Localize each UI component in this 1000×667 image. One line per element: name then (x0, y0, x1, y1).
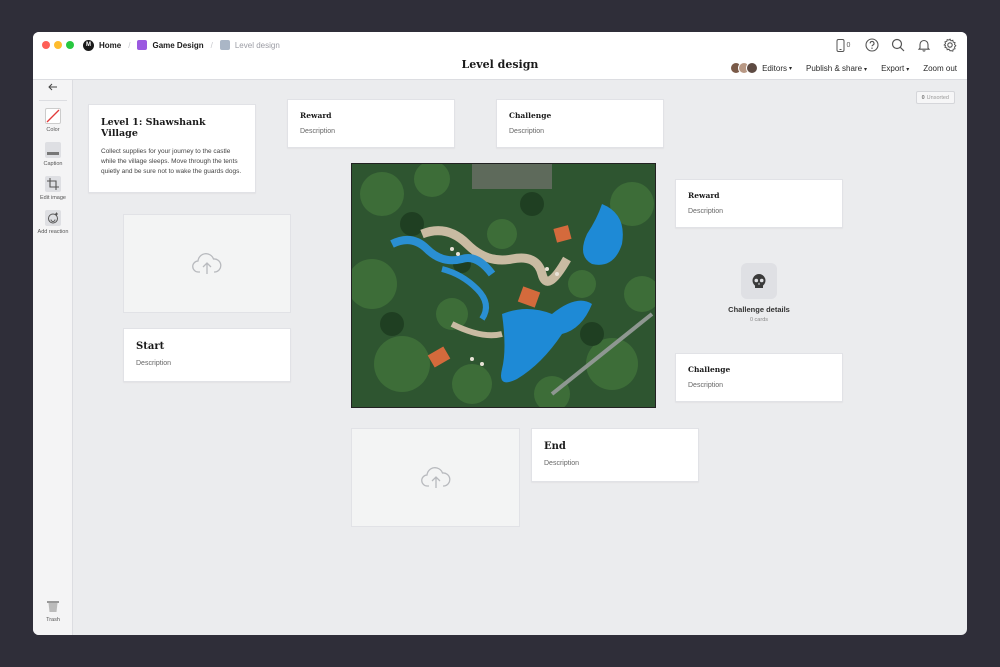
help-icon (865, 38, 879, 52)
reward-card-desc: Description (688, 208, 724, 215)
top-icons: 0 (832, 37, 958, 53)
board-color-icon (137, 40, 148, 50)
image-upload-placeholder[interactable] (123, 214, 291, 313)
settings-button[interactable] (942, 37, 958, 53)
breadcrumb-separator: / (128, 40, 131, 50)
chevron-down-icon: ▾ (864, 66, 868, 73)
caption-icon (45, 142, 61, 158)
minimize-window-dot[interactable] (54, 41, 62, 49)
breadcrumb-home[interactable]: M Home (83, 39, 122, 51)
breadcrumb-game-design[interactable]: Game Design (137, 40, 204, 50)
arrow-left-icon (48, 83, 57, 91)
notification-count: 0 (846, 41, 851, 49)
end-card-title: End (544, 441, 566, 452)
intro-card-body: Collect supplies for your journey to the… (101, 148, 242, 175)
editors-menu[interactable]: Editors ▾ (730, 62, 792, 74)
board-menu: Editors ▾ Publish & share ▾ Export ▾ Zoom o… (730, 62, 957, 74)
intro-note-card[interactable]: Level 1: Shawshank Village Collect suppl… (88, 104, 256, 193)
back-button[interactable] (33, 83, 73, 93)
aerial-resort-photo (352, 164, 655, 407)
aerial-resort-image[interactable] (351, 163, 656, 408)
search-icon (891, 38, 905, 52)
zoom-out-label: Zoom out (923, 63, 957, 73)
app-window: M Home / Game Design / Level design Leve… (33, 32, 967, 635)
sidebar-divider (39, 100, 67, 101)
crop-icon (45, 176, 61, 192)
skull-icon (752, 274, 766, 288)
help-button[interactable] (864, 37, 880, 53)
tool-sidebar: Color Caption Edit image Add reaction Tr… (33, 80, 73, 635)
add-reaction-tool[interactable]: Add reaction (33, 210, 73, 235)
add-reaction-label: Add reaction (37, 229, 69, 235)
challenge-card-right[interactable]: Challenge Description (675, 353, 843, 402)
color-tool[interactable]: Color (33, 108, 73, 133)
breadcrumb: M Home / Game Design / Level design (83, 38, 280, 52)
end-card-desc: Description (544, 460, 580, 467)
publish-share-label: Publish & share (806, 63, 863, 73)
edit-image-label: Edit image (40, 195, 66, 201)
export-menu[interactable]: Export ▾ (881, 64, 909, 73)
trash-button[interactable]: Trash (33, 598, 73, 623)
challenge-card-title: Challenge (509, 111, 552, 120)
trash-icon (45, 598, 61, 614)
board-card-count: 0 cards (749, 317, 769, 323)
reward-card-right[interactable]: Reward Description (675, 179, 843, 228)
color-slash-icon (45, 108, 61, 124)
edit-image-tool[interactable]: Edit image (33, 176, 73, 201)
unsorted-label: Unsorted (926, 94, 949, 101)
breadcrumb-level-design-label: Level design (234, 40, 280, 50)
editor-avatars (730, 62, 759, 74)
reward-card-top[interactable]: Reward Description (287, 99, 455, 148)
reward-card-title: Reward (300, 111, 332, 120)
top-bar: M Home / Game Design / Level design Leve… (33, 32, 967, 80)
gear-icon (943, 38, 957, 52)
breadcrumb-level-design[interactable]: Level design (219, 40, 280, 50)
start-card[interactable]: Start Description (123, 328, 291, 382)
challenge-card-top[interactable]: Challenge Description (496, 99, 664, 148)
breadcrumb-game-design-label: Game Design (152, 40, 204, 50)
cloud-upload-icon (192, 252, 222, 274)
color-tool-label: Color (46, 127, 60, 133)
maximize-window-dot[interactable] (66, 41, 74, 49)
challenge-details-board[interactable] (741, 263, 777, 299)
caption-tool[interactable]: Caption (33, 142, 73, 167)
avatar (746, 62, 759, 74)
milanote-logo-icon: M (83, 39, 94, 51)
close-window-dot[interactable] (42, 41, 50, 49)
unsorted-tray[interactable]: 0 Unsorted (915, 91, 955, 104)
start-card-desc: Description (136, 360, 172, 367)
breadcrumb-home-label: Home (99, 40, 122, 50)
smiley-plus-icon (45, 210, 61, 226)
unsorted-count: 0 (921, 94, 925, 101)
notifications-button[interactable] (916, 37, 932, 53)
chevron-down-icon: ▾ (789, 65, 793, 72)
challenge-card-desc: Description (509, 128, 545, 135)
chevron-down-icon: ▾ (906, 66, 910, 73)
mobile-notifications-button[interactable]: 0 (832, 37, 854, 53)
export-label: Export (881, 63, 905, 73)
reward-card-title: Reward (688, 191, 720, 200)
publish-share-menu[interactable]: Publish & share ▾ (806, 64, 867, 73)
phone-icon (836, 38, 845, 52)
zoom-out-button[interactable]: Zoom out (923, 64, 957, 73)
bell-icon (917, 39, 931, 52)
start-card-title: Start (136, 341, 165, 352)
search-button[interactable] (890, 37, 906, 53)
breadcrumb-separator: / (210, 40, 213, 50)
challenge-card-title: Challenge (688, 365, 731, 374)
end-card[interactable]: End Description (531, 428, 699, 482)
board-color-icon (219, 40, 230, 50)
image-upload-placeholder[interactable] (351, 428, 520, 527)
board-title[interactable]: Challenge details (709, 305, 809, 314)
trash-label: Trash (46, 617, 60, 623)
reward-card-desc: Description (300, 128, 336, 135)
editors-label: Editors (762, 63, 787, 73)
intro-card-title: Level 1: Shawshank Village (101, 117, 206, 139)
caption-tool-label: Caption (43, 161, 63, 167)
challenge-card-desc: Description (688, 382, 724, 389)
cloud-upload-icon (420, 466, 450, 488)
